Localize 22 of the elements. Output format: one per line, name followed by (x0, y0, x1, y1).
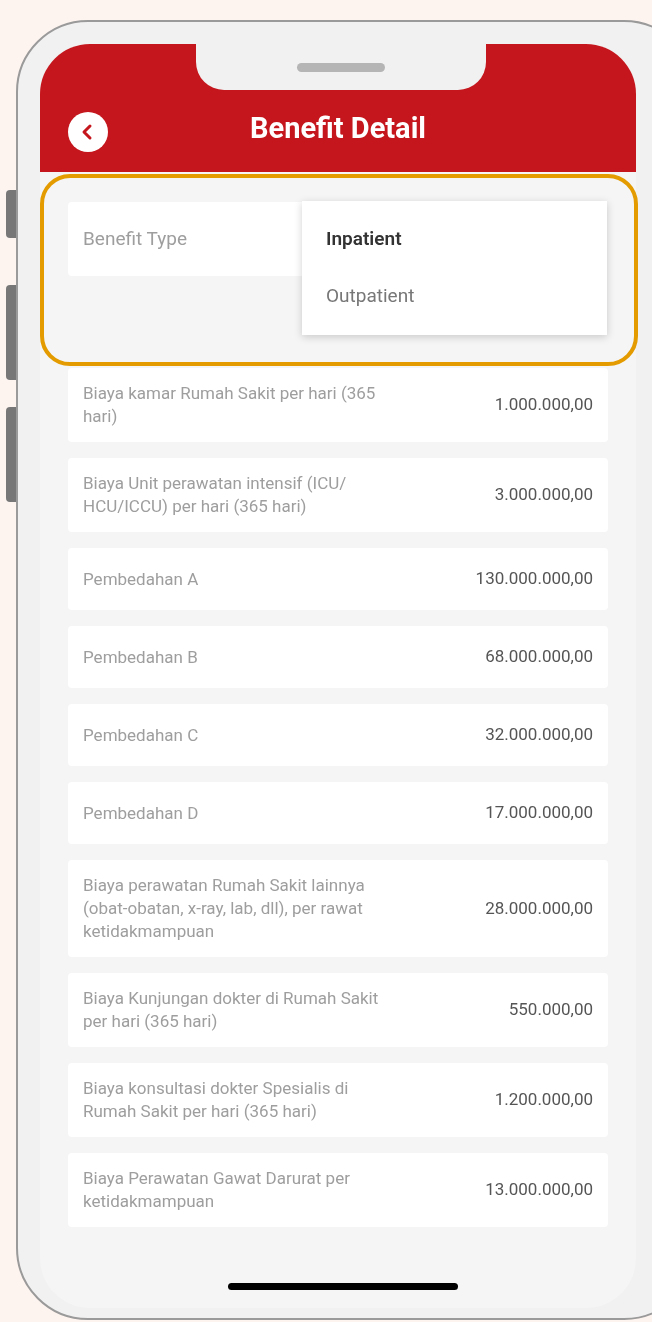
benefit-amount: 13.000.000,00 (485, 1178, 593, 1202)
benefit-amount: 32.000.000,00 (485, 723, 593, 747)
benefit-amount: 17.000.000,00 (485, 801, 593, 825)
benefit-amount: 3.000.000,00 (494, 483, 593, 507)
benefit-name: Pembedahan C (83, 723, 200, 747)
benefit-name: Biaya Kunjungan dokter di Rumah Sakit per hari (365 hari) (83, 987, 380, 1033)
benefit-amount: 28.000.000,00 (485, 896, 593, 920)
page-title: Benefit Detail (250, 109, 426, 147)
benefit-amount: 1.200.000,00 (494, 1088, 593, 1112)
benefit-name: Pembedahan A (83, 567, 200, 591)
benefit-name: Biaya konsultasi dokter Spesialis di Rumah Sakit per hari (365 hari) (83, 1077, 350, 1123)
benefit-amount: 1.000.000,00 (494, 393, 593, 417)
benefit-amount: 68.000.000,00 (485, 645, 593, 669)
benefit-name: Biaya perawatan Rumah Sakit lainnya (obat-obatan, x-ray, lab, dll), per rawat ketidakmampuan (83, 874, 366, 943)
benefit-name: Pembedahan B (83, 645, 199, 669)
benefit-name: Biaya Unit perawatan intensif (ICU/ HCU/ICCU) per hari (365 hari) (83, 472, 348, 518)
back-button[interactable] (68, 112, 108, 152)
benefit-name: Biaya Perawatan Gawat Darurat per ketidakmampuan (83, 1167, 351, 1213)
benefit-name: Pembedahan D (83, 801, 200, 825)
benefit-name: Biaya kamar Rumah Sakit per hari (365 hari) (83, 382, 377, 428)
benefit-amount: 130.000.000,00 (475, 567, 593, 591)
benefit-amount: 550.000,00 (508, 998, 593, 1022)
